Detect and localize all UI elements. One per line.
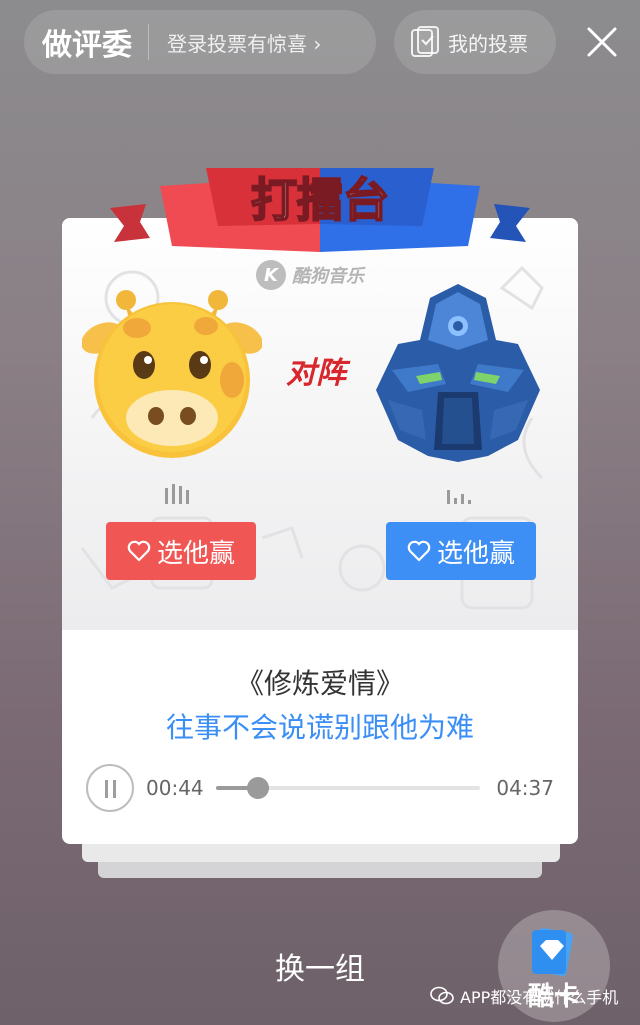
pause-button[interactable] <box>86 764 134 812</box>
vote-card-icon <box>411 26 439 57</box>
song-title: 《修炼爱情》 <box>235 667 404 700</box>
vote-right-button[interactable]: 选他赢 <box>386 522 536 580</box>
audio-player: 00:44 04:37 <box>86 764 554 812</box>
watermark-text: APP都没有就什么手机 <box>460 988 619 1007</box>
vote-left-button[interactable]: 选他赢 <box>106 522 256 580</box>
total-time: 04:37 <box>496 776 554 800</box>
close-icon[interactable] <box>584 24 620 60</box>
vote-right-label: 选他赢 <box>436 538 515 569</box>
current-time: 00:44 <box>146 776 204 800</box>
my-votes-button[interactable]: 我的投票 <box>394 10 556 74</box>
battle-card: K 酷狗音乐 对阵 选他赢 选他赢 《修炼爱情》 往事不会说谎别跟他为难 00:… <box>62 218 578 844</box>
banner-text: 打擂台 <box>251 173 389 227</box>
top-bar: 做评委 登录投票有惊喜 › 我的投票 <box>24 10 620 74</box>
progress-slider[interactable] <box>216 777 480 799</box>
pause-icon <box>113 780 116 798</box>
diamond-card-icon <box>532 928 573 976</box>
judge-login-pill[interactable]: 做评委 登录投票有惊喜 › <box>24 10 376 74</box>
wechat-icon <box>430 986 454 1005</box>
page-title: 做评委 <box>42 28 132 63</box>
heart-icon <box>407 540 431 562</box>
arena-banner: 打擂台 <box>110 168 530 252</box>
watermark: APP都没有就什么手机 <box>430 984 618 1008</box>
heart-icon <box>127 540 151 562</box>
sound-wave-icon <box>165 484 189 504</box>
vote-left-label: 选他赢 <box>156 538 235 569</box>
lyric-line: 往事不会说谎别跟他为难 <box>165 711 474 744</box>
login-promo-link[interactable]: 登录投票有惊喜 › <box>149 28 321 57</box>
battle-area: K 酷狗音乐 对阵 选他赢 选他赢 <box>62 218 578 630</box>
my-votes-label: 我的投票 <box>448 31 528 56</box>
pause-icon <box>105 780 108 798</box>
sound-wave-icon <box>447 490 471 504</box>
giraffe-avatar[interactable] <box>82 280 262 470</box>
progress-knob[interactable] <box>247 777 269 799</box>
robot-avatar[interactable] <box>368 280 548 470</box>
versus-label: 对阵 <box>286 356 346 391</box>
